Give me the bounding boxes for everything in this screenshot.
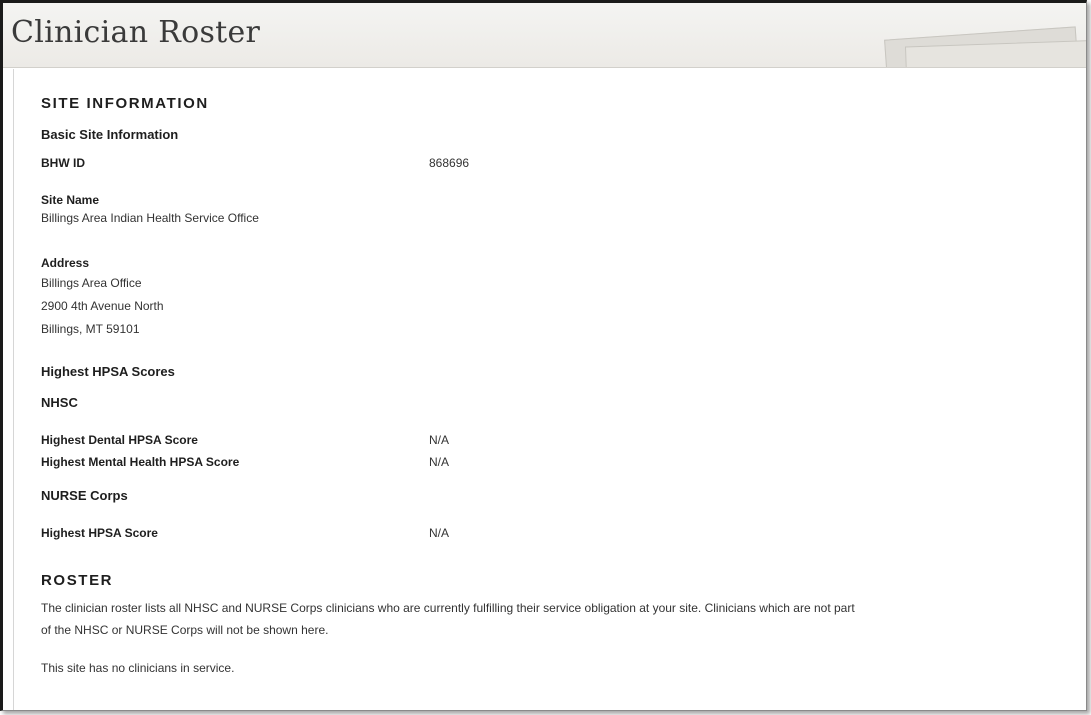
nurse-hpsa-value: N/A xyxy=(429,526,450,540)
main-content: SITE INFORMATION Basic Site Information … xyxy=(13,69,1076,710)
nhsc-heading: NHSC xyxy=(41,395,78,410)
site-information-heading: SITE INFORMATION xyxy=(41,95,209,112)
dental-hpsa-label: Highest Dental HPSA Score xyxy=(41,433,198,447)
roster-heading: ROSTER xyxy=(41,572,114,589)
dental-hpsa-value: N/A xyxy=(429,433,450,447)
address-line: Billings Area Office xyxy=(41,276,142,290)
page-title: Clinician Roster xyxy=(11,15,261,50)
hpsa-scores-heading: Highest HPSA Scores xyxy=(41,364,175,379)
roster-description: of the NHSC or NURSE Corps will not be s… xyxy=(41,623,329,637)
nurse-hpsa-label: Highest HPSA Score xyxy=(41,526,158,540)
page-header: Clinician Roster xyxy=(3,3,1086,68)
roster-empty-message: This site has no clinicians in service. xyxy=(41,661,235,675)
site-name-value: Billings Area Indian Health Service Offi… xyxy=(41,211,259,225)
bhw-id-label: BHW ID xyxy=(41,156,85,170)
mental-health-hpsa-label: Highest Mental Health HPSA Score xyxy=(41,455,240,469)
address-label: Address xyxy=(41,256,90,270)
address-line: Billings, MT 59101 xyxy=(41,322,140,336)
window-frame: Clinician Roster SITE INFORMATION Basic … xyxy=(0,0,1087,711)
nurse-corps-heading: NURSE Corps xyxy=(41,488,128,503)
address-line: 2900 4th Avenue North xyxy=(41,299,164,313)
mental-health-hpsa-value: N/A xyxy=(429,455,450,469)
basic-site-information-heading: Basic Site Information xyxy=(41,127,179,142)
site-name-label: Site Name xyxy=(41,193,100,207)
header-decoration xyxy=(846,23,1086,67)
roster-description: The clinician roster lists all NHSC and … xyxy=(41,601,855,615)
bhw-id-value: 868696 xyxy=(429,156,470,170)
